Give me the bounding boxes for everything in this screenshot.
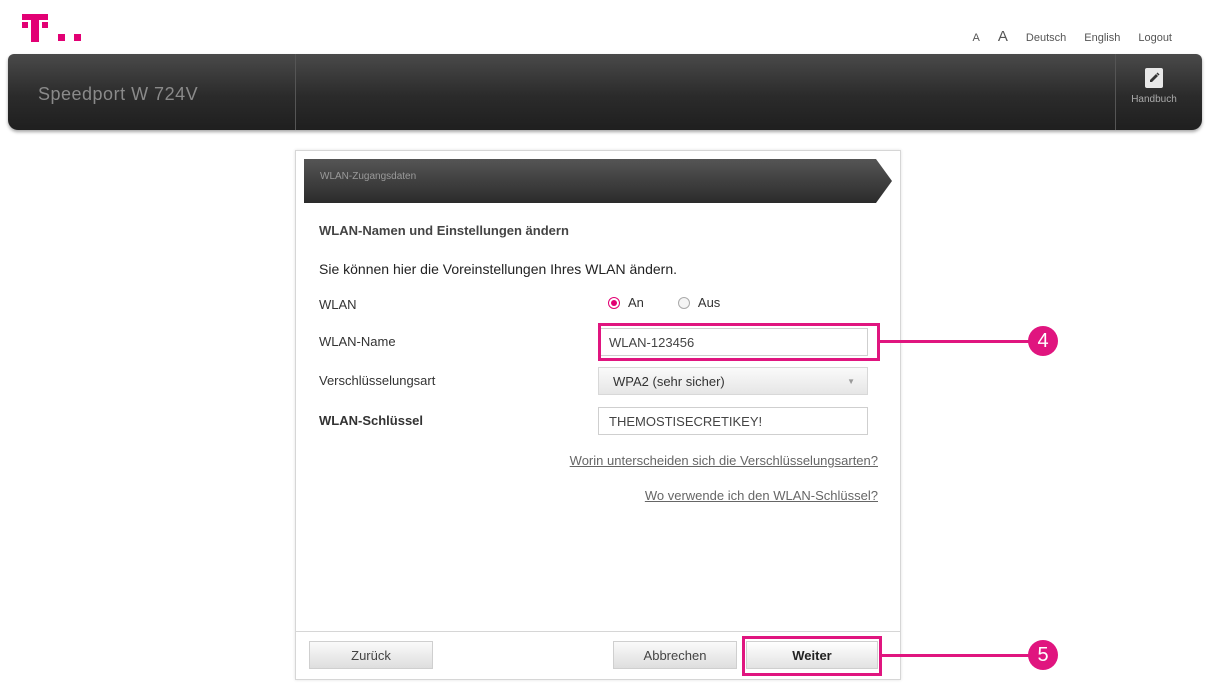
wlan-label: WLAN xyxy=(319,297,357,312)
panel-title: WLAN-Zugangsdaten xyxy=(320,171,417,182)
radio-off-label: Aus xyxy=(697,295,721,310)
back-button[interactable]: Zurück xyxy=(309,641,433,669)
radio-unchecked-icon xyxy=(677,296,690,309)
language-english-link[interactable]: English xyxy=(1084,32,1120,44)
top-links: A A Deutsch English Logout xyxy=(973,28,1172,45)
next-button-highlight xyxy=(742,636,882,676)
callout-marker-4: 4 xyxy=(1028,326,1058,356)
panel-header: WLAN-Zugangsdaten xyxy=(304,159,892,203)
key-help-link[interactable]: Wo verwende ich den WLAN-Schlüssel? xyxy=(645,488,878,503)
language-deutsch-link[interactable]: Deutsch xyxy=(1026,32,1066,44)
callout-line-5 xyxy=(882,654,1032,657)
encryption-help-link[interactable]: Worin unterscheiden sich die Verschlüsse… xyxy=(570,453,878,468)
font-size-small-button[interactable]: A xyxy=(973,32,980,44)
wlan-key-label: WLAN-Schlüssel xyxy=(319,413,424,428)
footer-divider xyxy=(296,631,900,632)
wlan-toggle-group: An Aus xyxy=(608,295,720,310)
chevron-down-icon: ▼ xyxy=(847,377,855,386)
callout-marker-5: 5 xyxy=(1028,640,1058,670)
encryption-label: Verschlüsselungsart xyxy=(319,373,436,388)
wlan-name-label: WLAN-Name xyxy=(319,334,396,349)
handbook-button[interactable]: Handbuch xyxy=(1114,64,1194,105)
encryption-value: WPA2 (sehr sicher) xyxy=(613,374,725,389)
telekom-logo xyxy=(22,14,102,44)
radio-wlan-off[interactable]: Aus xyxy=(677,295,721,310)
header-bar: Speedport W 724V Handbuch xyxy=(8,54,1202,130)
wlan-key-input[interactable] xyxy=(598,407,868,435)
wlan-settings-panel: WLAN-Zugangsdaten WLAN-Namen und Einstel… xyxy=(295,150,901,680)
section-title: WLAN-Namen und Einstellungen ändern xyxy=(319,223,569,238)
intro-text: Sie können hier die Voreinstellungen Ihr… xyxy=(319,261,677,277)
book-edit-icon xyxy=(1145,68,1163,88)
callout-line-4 xyxy=(880,340,1032,343)
name-field-highlight xyxy=(598,323,880,361)
handbook-label: Handbuch xyxy=(1131,94,1177,105)
encryption-select[interactable]: WPA2 (sehr sicher) ▼ xyxy=(598,367,868,395)
cancel-button[interactable]: Abbrechen xyxy=(613,641,737,669)
radio-wlan-on[interactable]: An xyxy=(608,295,644,310)
product-name: Speedport W 724V xyxy=(38,84,199,104)
font-size-large-button[interactable]: A xyxy=(998,28,1008,45)
radio-checked-icon xyxy=(608,296,620,309)
radio-on-label: An xyxy=(628,295,644,310)
logout-link[interactable]: Logout xyxy=(1138,32,1172,44)
